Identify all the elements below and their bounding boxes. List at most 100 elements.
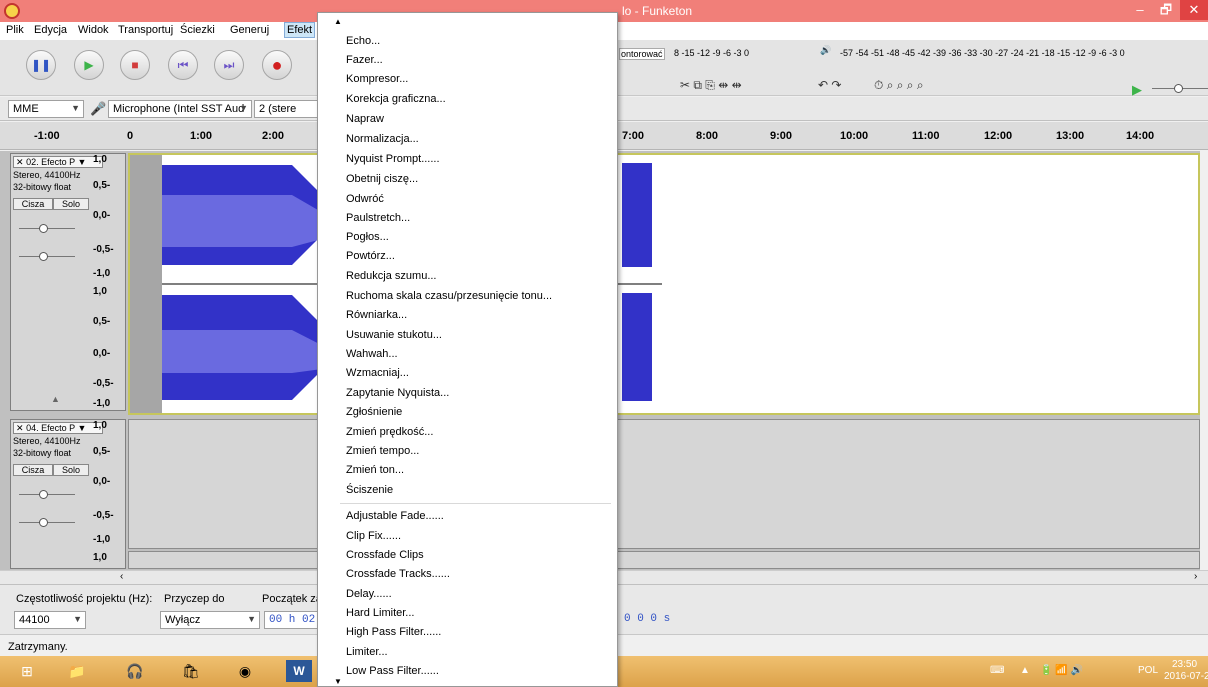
menu-item-limiter[interactable]: Limiter... (346, 646, 388, 658)
audio-host-select[interactable]: MME ▼ (8, 100, 84, 118)
menu-item-graphic-eq[interactable]: Korekcja graficzna... (346, 93, 446, 105)
clock-date[interactable]: 2016-07-21 (1164, 671, 1208, 682)
menu-item-normalize[interactable]: Normalizacja... (346, 133, 419, 145)
menu-item-delay[interactable]: Delay...... (346, 588, 392, 600)
waveform-track-1[interactable] (128, 153, 1200, 415)
track-name-button[interactable]: ✕ 02. Efecto P ▼ (13, 156, 103, 168)
menu-item-change-speed[interactable]: Zmień prędkość... (346, 426, 433, 438)
menu-item-click-removal[interactable]: Usuwanie stukotu... (346, 329, 442, 341)
menu-file[interactable]: Plik (6, 24, 24, 36)
skip-to-start-button[interactable]: ⏮ (168, 50, 198, 80)
menu-item-change-tempo[interactable]: Zmień tempo... (346, 445, 419, 457)
menu-item-crossfade-clips[interactable]: Crossfade Clips (346, 549, 424, 561)
play-speed-knob[interactable] (1174, 84, 1183, 93)
channels-select[interactable]: 2 (stere (254, 100, 318, 118)
minimize-button[interactable]: – (1126, 0, 1154, 20)
gain-knob[interactable] (39, 490, 48, 499)
menu-item-paulstretch[interactable]: Paulstretch... (346, 212, 410, 224)
play-speed-slider[interactable] (1152, 84, 1208, 93)
scroll-left-icon[interactable]: ‹ (120, 571, 123, 582)
file-explorer-icon[interactable]: 📁 (64, 660, 90, 682)
pause-button[interactable]: ❚❚ (26, 50, 56, 80)
gain-slider[interactable] (19, 224, 75, 233)
keyboard-icon[interactable]: ⌨ (990, 665, 1004, 676)
gain-slider[interactable] (19, 490, 75, 499)
menu-item-phaser[interactable]: Fazer... (346, 54, 383, 66)
menu-effect[interactable]: Efekt (284, 22, 316, 38)
menu-item-compressor[interactable]: Kompresor... (346, 73, 408, 85)
word-icon[interactable]: W (286, 660, 312, 682)
menu-transport[interactable]: Transportuj (118, 24, 173, 36)
maximize-button[interactable]: 🗗 (1152, 0, 1180, 20)
menu-item-fade-in[interactable]: Zgłośnienie (346, 406, 402, 418)
tray-icons[interactable]: 🔋 📶 🔊 (1040, 665, 1083, 676)
solo-button[interactable]: Solo (53, 464, 89, 476)
pan-slider[interactable] (19, 252, 75, 261)
monitor-button[interactable]: ontorować (619, 48, 665, 60)
selection-end-field[interactable]: 0 0 0 s (620, 611, 670, 629)
menu-item-hard-limiter[interactable]: Hard Limiter... (346, 607, 414, 619)
play-button[interactable]: ▶ (74, 50, 104, 80)
track-name-button[interactable]: ✕ 04. Efecto P ▼ (13, 422, 103, 434)
menu-edit[interactable]: Edycja (34, 24, 67, 36)
windows-start-icon[interactable]: ⊞ (14, 660, 40, 682)
menu-item-repeat[interactable]: Powtórz... (346, 250, 395, 262)
menu-item-crossfade-tracks[interactable]: Crossfade Tracks...... (346, 568, 450, 580)
menu-item-low-pass-filter[interactable]: Low Pass Filter...... (346, 665, 439, 677)
record-button[interactable]: ● (262, 50, 292, 80)
ruler-tick: 14:00 (1126, 130, 1155, 142)
menu-tracks[interactable]: Ściezki (180, 24, 215, 36)
menu-item-equalizer[interactable]: Równiarka... (346, 309, 407, 321)
menu-generate[interactable]: Generuj (230, 24, 269, 36)
undo-redo-tools[interactable]: ↶ ↷ (818, 78, 841, 96)
skip-to-end-button[interactable]: ⏭ (214, 50, 244, 80)
project-rate-select[interactable]: 44100 ▼ (14, 611, 86, 629)
menu-item-adjustable-fade[interactable]: Adjustable Fade...... (346, 510, 444, 522)
menu-item-wahwah[interactable]: Wahwah... (346, 348, 398, 360)
menu-item-truncate-silence[interactable]: Obetnij ciszę... (346, 173, 418, 185)
menu-item-nyquist-prompt[interactable]: Nyquist Prompt...... (346, 153, 440, 165)
scroll-down-icon[interactable]: ▼ (334, 677, 342, 686)
pan-knob[interactable] (39, 252, 48, 261)
menu-item-reverb[interactable]: Pogłos... (346, 231, 389, 243)
zoom-tools[interactable]: ⏱ ⌕ ⌕ ⌕ ⌕ (874, 78, 924, 96)
waveform-track-2-lower[interactable] (128, 551, 1200, 569)
close-icon[interactable]: ✕ (16, 423, 24, 433)
pan-knob[interactable] (39, 518, 48, 527)
menu-view[interactable]: Widok (78, 24, 109, 36)
collapse-track-icon[interactable]: ▲ (51, 394, 60, 404)
selection-start-field[interactable]: 00 h 02 r (264, 611, 318, 629)
scroll-right-icon[interactable]: › (1194, 571, 1197, 582)
solo-button[interactable]: Solo (53, 198, 89, 210)
chrome-icon[interactable]: ◉ (232, 660, 258, 682)
audacity-taskbar-icon[interactable]: 🎧 (122, 660, 148, 682)
close-button[interactable]: ✕ (1180, 0, 1208, 20)
waveform-track-2[interactable] (128, 419, 1200, 549)
menu-item-noise-reduction[interactable]: Redukcja szumu... (346, 270, 436, 282)
close-icon[interactable]: ✕ (16, 157, 24, 167)
language-indicator[interactable]: POL (1138, 665, 1158, 676)
menu-item-reverse[interactable]: Odwróć (346, 193, 384, 205)
input-device-select[interactable]: Microphone (Intel SST Aud ▼ (108, 100, 252, 118)
menu-item-change-pitch[interactable]: Zmień ton... (346, 464, 404, 476)
menu-item-sliding-time-scale[interactable]: Ruchoma skala czasu/przesunięcie tonu... (346, 290, 552, 302)
menu-item-amplify[interactable]: Wzmacniaj... (346, 367, 409, 379)
menu-item-fade-out[interactable]: Ściszenie (346, 484, 393, 496)
menu-item-high-pass-filter[interactable]: High Pass Filter...... (346, 626, 441, 638)
mute-button[interactable]: Cisza (13, 464, 53, 476)
snap-to-select[interactable]: Wyłącz ▼ (160, 611, 260, 629)
menu-item-echo[interactable]: Echo... (346, 35, 380, 47)
menu-item-clip-fix[interactable]: Clip Fix...... (346, 530, 401, 542)
store-icon[interactable]: 🛍 (178, 660, 204, 682)
stop-button[interactable]: ■ (120, 50, 150, 80)
menu-item-nyquist-query[interactable]: Zapytanie Nyquista... (346, 387, 449, 399)
gain-knob[interactable] (39, 224, 48, 233)
play-at-speed-icon[interactable]: ▶ (1132, 82, 1142, 98)
menu-item-repair[interactable]: Napraw (346, 113, 384, 125)
clock-time[interactable]: 23:50 (1172, 659, 1197, 670)
pan-slider[interactable] (19, 518, 75, 527)
scroll-up-icon[interactable]: ▲ (334, 17, 342, 26)
edit-tools[interactable]: ✂ ⧉ ⎘ ⇹ ⇹ (680, 78, 742, 96)
tray-up-arrow-icon[interactable]: ▲ (1020, 665, 1030, 676)
mute-button[interactable]: Cisza (13, 198, 53, 210)
